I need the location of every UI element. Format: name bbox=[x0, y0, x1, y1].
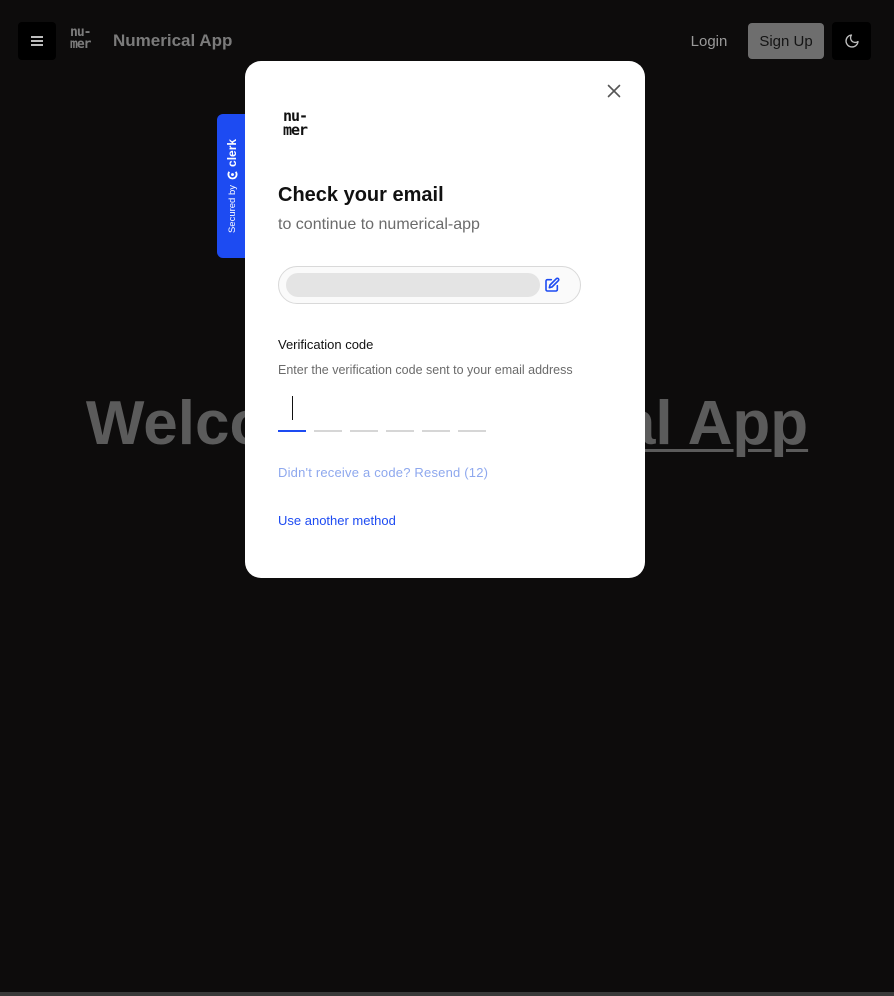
menu-button[interactable] bbox=[18, 22, 56, 60]
otp-digit-1[interactable] bbox=[278, 391, 306, 432]
redacted-email bbox=[286, 273, 540, 297]
modal-subtitle: to continue to numerical-app bbox=[278, 216, 480, 233]
login-button[interactable]: Login bbox=[678, 22, 740, 60]
moon-icon bbox=[844, 34, 859, 48]
otp-digit-6[interactable] bbox=[458, 391, 486, 432]
otp-input-group[interactable] bbox=[278, 391, 486, 432]
sign-up-button[interactable]: Sign Up bbox=[748, 23, 824, 59]
verification-code-label: Verification code bbox=[278, 337, 374, 352]
verification-code-hint: Enter the verification code sent to your… bbox=[278, 363, 573, 377]
app-title[interactable]: Numerical App bbox=[113, 31, 232, 51]
modal-logo-line-2: mer bbox=[283, 121, 308, 139]
text-caret bbox=[292, 396, 294, 420]
close-icon bbox=[607, 84, 621, 98]
verification-modal: nu- mer Check your email to continue to … bbox=[245, 61, 645, 578]
bottom-bar bbox=[0, 992, 894, 996]
otp-digit-2[interactable] bbox=[314, 391, 342, 432]
clerk-brand-label: clerk bbox=[225, 138, 239, 167]
app-logo[interactable]: nu- mer bbox=[70, 26, 100, 53]
theme-toggle-button[interactable] bbox=[832, 22, 871, 60]
clerk-logo-icon bbox=[226, 171, 238, 180]
close-button[interactable] bbox=[605, 82, 623, 100]
secured-by-label: Secured by bbox=[226, 184, 238, 234]
use-another-method-link[interactable]: Use another method bbox=[278, 513, 396, 528]
logo-line-2: mer bbox=[70, 37, 91, 52]
otp-digit-5[interactable] bbox=[422, 391, 450, 432]
email-identity-chip bbox=[278, 266, 581, 304]
hamburger-icon bbox=[31, 36, 43, 46]
modal-title: Check your email bbox=[278, 184, 444, 206]
otp-digit-3[interactable] bbox=[350, 391, 378, 432]
edit-email-button[interactable] bbox=[544, 277, 560, 293]
secured-by-clerk-badge[interactable]: Secured by clerk bbox=[217, 114, 247, 258]
modal-logo: nu- mer bbox=[283, 109, 321, 141]
clerk-brand: clerk bbox=[225, 139, 239, 180]
otp-digit-4[interactable] bbox=[386, 391, 414, 432]
resend-code-link[interactable]: Didn't receive a code? Resend (12) bbox=[278, 465, 488, 480]
edit-icon bbox=[545, 277, 560, 292]
